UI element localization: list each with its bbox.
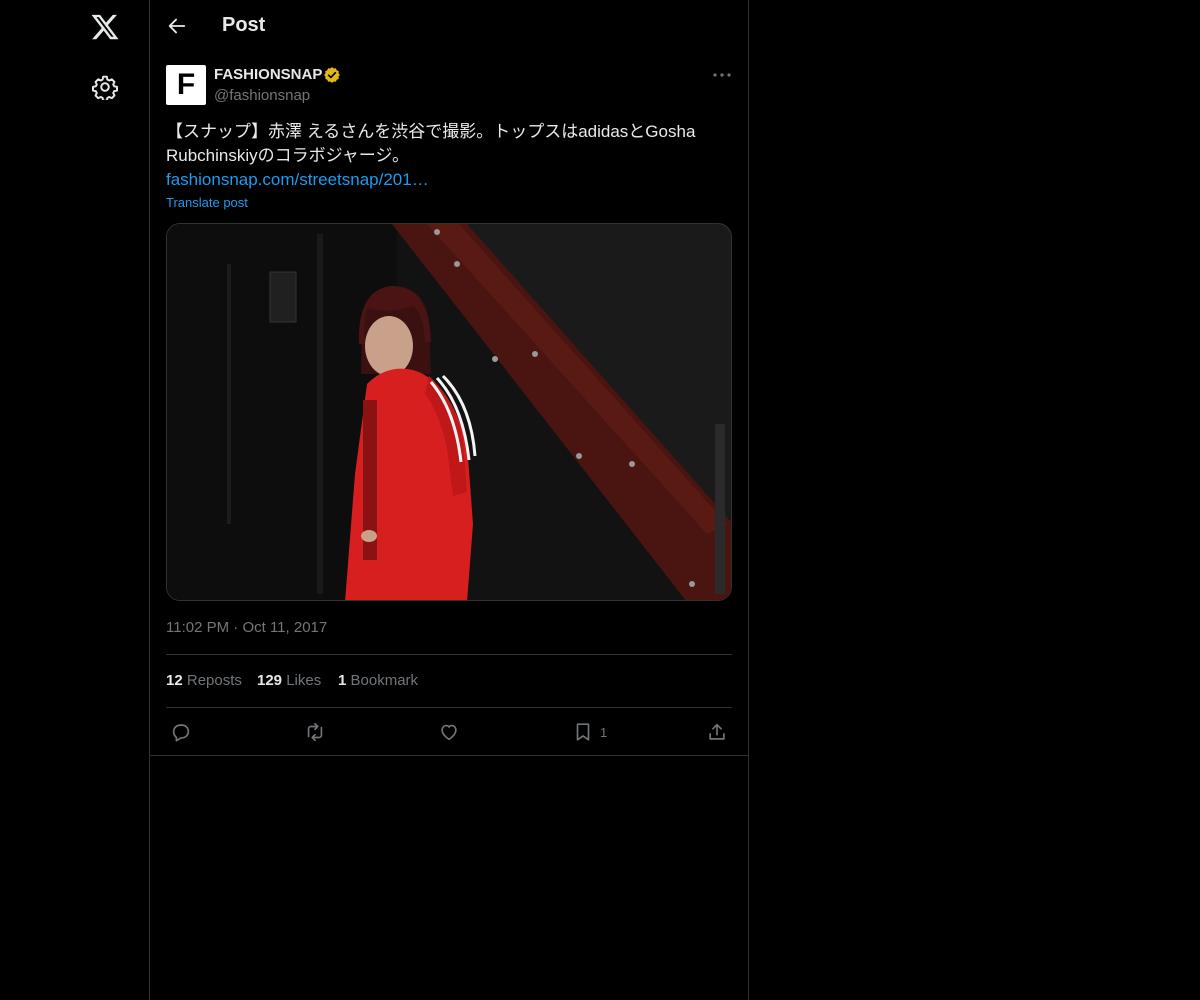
divider xyxy=(166,707,732,708)
tweet-timestamp: 11:02 PM · Oct 11, 2017 xyxy=(166,619,327,636)
bookmark-button[interactable]: 1 xyxy=(572,720,607,744)
likes-label: Likes xyxy=(286,672,322,689)
page-header: Post xyxy=(150,0,748,54)
action-bar: 1 xyxy=(166,718,732,746)
author-handle[interactable]: @fashionsnap xyxy=(214,87,310,104)
post-column: Post F FASHIONSNAP @fashionsnap 【スナップ】赤澤… xyxy=(149,0,749,1000)
x-logo-icon[interactable] xyxy=(90,12,120,42)
bookmarks-label: Bookmark xyxy=(350,672,419,689)
tweet-link[interactable]: fashionsnap.com/streetsnap/201… xyxy=(166,168,429,192)
reposts-label: Reposts xyxy=(186,672,242,689)
repost-icon xyxy=(307,722,323,742)
reply-icon xyxy=(172,724,190,742)
bookmarks-count: 1 xyxy=(338,672,347,689)
tweet-text: 【スナップ】赤澤 えるさんを渋谷で撮影。トップスはadidasとGosha Ru… xyxy=(166,122,696,165)
share-button[interactable] xyxy=(706,720,728,744)
divider xyxy=(166,654,732,655)
translate-post-link[interactable]: Translate post xyxy=(166,195,248,210)
share-icon xyxy=(709,723,725,740)
reposts-stat[interactable]: 12 Reposts xyxy=(166,672,242,689)
page-title: Post xyxy=(222,14,266,36)
reposts-count: 12 xyxy=(166,672,183,689)
avatar[interactable]: F xyxy=(166,65,206,105)
tweet-time[interactable]: 11:02 PM xyxy=(166,619,229,636)
left-rail xyxy=(0,0,150,1000)
tweet-date[interactable]: Oct 11, 2017 xyxy=(242,619,327,636)
author-display-name[interactable]: FASHIONSNAP xyxy=(214,66,322,83)
avatar-letter: F xyxy=(176,68,196,101)
gear-icon[interactable] xyxy=(92,74,118,100)
back-arrow-icon[interactable] xyxy=(166,15,188,37)
post-bottom-border xyxy=(150,755,748,756)
bookmark-count: 1 xyxy=(600,724,608,740)
more-icon[interactable] xyxy=(710,66,734,84)
repost-button[interactable] xyxy=(304,720,326,744)
reply-button[interactable] xyxy=(170,720,192,744)
likes-count: 129 xyxy=(257,672,283,689)
bookmark-icon xyxy=(576,723,590,741)
verified-badge-icon xyxy=(324,67,340,83)
bookmarks-stat[interactable]: 1 Bookmark xyxy=(338,672,418,689)
like-button[interactable] xyxy=(438,720,460,744)
likes-stat[interactable]: 129 Likes xyxy=(257,672,321,689)
photo-illustration xyxy=(167,224,731,600)
like-icon xyxy=(441,724,457,741)
tweet-photo[interactable] xyxy=(166,223,732,601)
